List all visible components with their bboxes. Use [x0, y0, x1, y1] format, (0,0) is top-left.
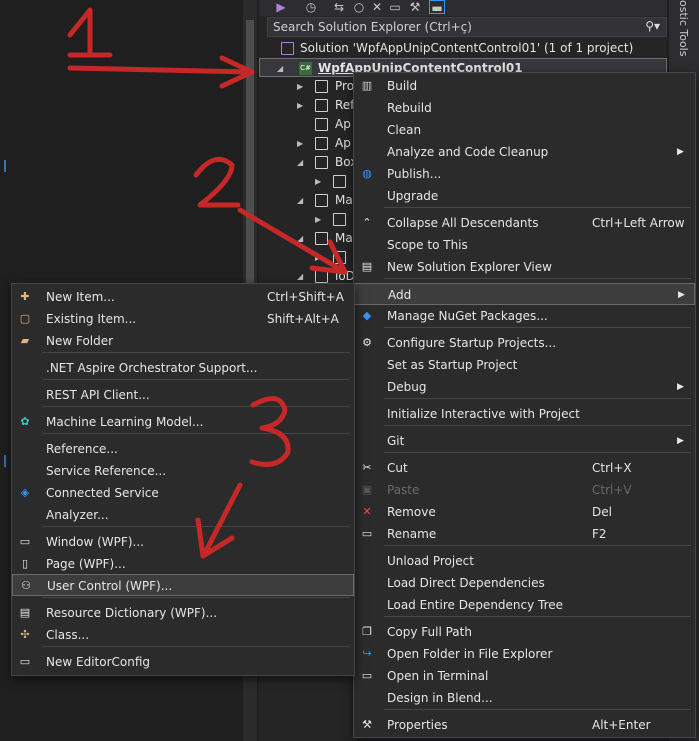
annotation-number-1 — [67, 7, 113, 58]
annotation-arrow-3 — [195, 482, 243, 559]
annotation-arrow-1 — [67, 55, 255, 89]
annotation-number-2 — [193, 156, 241, 208]
annotation-number-3 — [249, 396, 291, 467]
annotation-layer — [67, 7, 348, 559]
annotation-arrow-2 — [237, 207, 348, 275]
